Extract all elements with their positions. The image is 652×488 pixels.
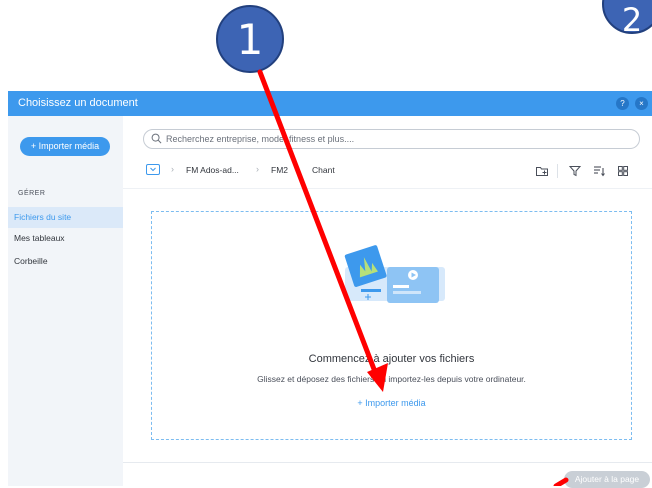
- new-folder-icon[interactable]: [535, 164, 549, 178]
- search-box[interactable]: [143, 129, 640, 149]
- main-panel: › FM Ados-ad... › FM2 › Chant: [123, 116, 652, 488]
- close-button[interactable]: ×: [635, 97, 648, 110]
- search-icon: [151, 133, 162, 144]
- chevron-down-icon: [150, 167, 156, 172]
- callout-badge-2: 2: [602, 0, 652, 39]
- media-dialog: Choisissez un document ? × + Importer mé…: [8, 91, 652, 488]
- upload-dropzone[interactable]: Commencez à ajouter vos fichiers Glissez…: [151, 211, 632, 440]
- import-media-button[interactable]: + Importer média: [20, 137, 110, 156]
- callout-number: 1: [236, 14, 264, 64]
- breadcrumb-item-current: Chant: [312, 165, 335, 175]
- callout-number: 2: [621, 1, 643, 39]
- grid-view-icon[interactable]: [616, 164, 630, 178]
- help-button[interactable]: ?: [616, 97, 629, 110]
- dialog-titlebar: Choisissez un document ? ×: [8, 91, 652, 116]
- empty-state-title: Commencez à ajouter vos fichiers: [308, 353, 475, 365]
- breadcrumb-separator: ›: [256, 164, 259, 174]
- breadcrumb-item[interactable]: FM Ados-ad...: [186, 165, 239, 175]
- add-to-page-button[interactable]: Ajouter à la page: [564, 471, 650, 488]
- sidebar-item-trash[interactable]: Corbeille: [8, 251, 123, 272]
- toolbar-divider: [557, 164, 558, 178]
- filter-icon[interactable]: [568, 164, 582, 178]
- sort-icon[interactable]: [592, 164, 606, 178]
- search-input[interactable]: [166, 132, 626, 146]
- breadcrumb-separator: ›: [171, 164, 174, 174]
- sidebar-item-site-files[interactable]: Fichiers du site: [8, 207, 123, 228]
- sidebar-item-my-boards[interactable]: Mes tableaux: [8, 228, 123, 249]
- callout-badge-1: 1: [216, 5, 284, 73]
- toolbar-separator: [123, 188, 652, 189]
- empty-state-subtitle: Glissez et déposez des fichiers ou impor…: [257, 374, 526, 384]
- empty-media-illustration: [344, 245, 445, 303]
- breadcrumb-separator: ›: [295, 164, 298, 174]
- import-media-link[interactable]: + Importer média: [152, 398, 631, 408]
- breadcrumb-item[interactable]: FM2: [271, 165, 288, 175]
- dialog-title: Choisissez un document: [18, 97, 138, 109]
- sidebar: + Importer média GÉRER Fichiers du site …: [8, 116, 123, 486]
- footer-divider: [123, 462, 652, 463]
- folder-dropdown[interactable]: [146, 164, 160, 175]
- sidebar-section-label: GÉRER: [18, 190, 46, 197]
